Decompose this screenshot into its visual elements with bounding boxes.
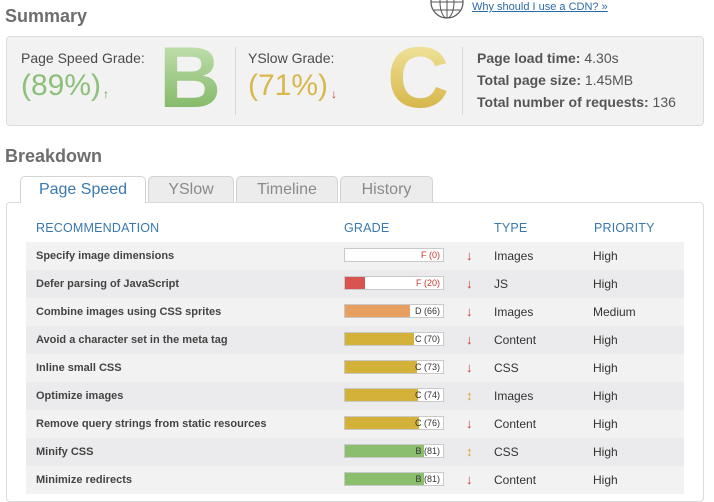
table-row[interactable]: Avoid a character set in the meta tag C (…	[26, 326, 684, 354]
type-value: Content	[494, 417, 537, 431]
grade-bar-fill	[345, 305, 410, 317]
metric-total-page-size: Total page size: 1.45MB	[477, 72, 634, 88]
grade-bar-fill	[345, 389, 418, 401]
trend-down-icon: ↓	[466, 248, 473, 263]
trend-down-icon: ↓	[466, 360, 473, 375]
grade-value: B (81)	[415, 446, 440, 456]
recommendation-label[interactable]: Combine images using CSS sprites	[36, 306, 221, 318]
grade-value: F (0)	[421, 250, 440, 260]
grade-bar: C (74)	[344, 388, 444, 402]
tab-history[interactable]: History	[340, 176, 433, 202]
type-value: CSS	[494, 361, 519, 375]
grade-bar: D (66)	[344, 304, 444, 318]
table-row[interactable]: Remove query strings from static resourc…	[26, 410, 684, 438]
recommendation-label[interactable]: Inline small CSS	[36, 362, 122, 374]
table-row[interactable]: Minify CSS B (81) ↕ CSS High	[26, 438, 684, 466]
column-header-type: TYPE	[494, 221, 528, 235]
column-header-priority: PRIORITY	[594, 221, 655, 235]
pagespeed-percent: (89%)	[21, 69, 102, 102]
grade-bar-fill	[345, 277, 365, 289]
type-value: Images	[494, 249, 534, 263]
grade-value: D (66)	[414, 306, 440, 316]
grade-bar-fill	[345, 333, 414, 345]
recommendation-label[interactable]: Specify image dimensions	[36, 250, 174, 262]
type-value: Images	[494, 389, 534, 403]
trend-down-icon: ↓	[466, 472, 473, 487]
summary-divider	[235, 47, 236, 115]
grade-bar-fill	[345, 445, 425, 457]
priority-value: High	[593, 389, 618, 403]
column-header-recommendation: RECOMMENDATION	[36, 221, 160, 235]
recommendation-label[interactable]: Optimize images	[36, 390, 123, 402]
pagespeed-grade-letter: B	[159, 30, 222, 126]
table-row[interactable]: Specify image dimensions F (0) ↓ Images High	[26, 242, 684, 270]
priority-value: High	[593, 249, 618, 263]
grade-bar: B (81)	[344, 444, 444, 458]
trend-updown-icon: ↕	[466, 388, 473, 403]
yslow-grade-label: YSlow Grade:	[248, 50, 335, 66]
column-header-grade: GRADE	[344, 221, 390, 235]
pagespeed-grade-label: Page Speed Grade:	[21, 50, 145, 66]
grade-value: C (70)	[414, 334, 440, 344]
globe-icon	[430, 0, 464, 19]
priority-value: High	[593, 473, 618, 487]
priority-value: Medium	[593, 305, 636, 319]
trend-down-icon: ↓	[466, 332, 473, 347]
table-row[interactable]: Optimize images C (74) ↕ Images High	[26, 382, 684, 410]
trend-down-icon: ↓	[466, 304, 473, 319]
grade-value: C (76)	[414, 418, 440, 428]
summary-title: Summary	[5, 6, 88, 26]
grade-bar: C (70)	[344, 332, 444, 346]
priority-value: High	[593, 361, 618, 375]
pagespeed-trend-up-icon: ↑	[103, 87, 109, 101]
tab-page-speed[interactable]: Page Speed	[20, 176, 146, 203]
summary-divider	[462, 47, 463, 115]
trend-down-icon: ↓	[466, 276, 473, 291]
trend-updown-icon: ↕	[466, 444, 473, 459]
type-value: JS	[494, 277, 509, 291]
type-value: Content	[494, 333, 537, 347]
recommendation-label[interactable]: Avoid a character set in the meta tag	[36, 334, 228, 346]
metric-page-load-time: Page load time: 4.30s	[477, 50, 619, 66]
priority-value: High	[593, 333, 618, 347]
table-row[interactable]: Defer parsing of JavaScript F (20) ↓ JS High	[26, 270, 684, 298]
type-value: Content	[494, 473, 537, 487]
yslow-trend-down-icon: ↓	[331, 87, 337, 101]
grade-bar-fill	[345, 473, 425, 485]
table-row[interactable]: Inline small CSS C (73) ↓ CSS High	[26, 354, 684, 382]
type-value: CSS	[494, 445, 519, 459]
trend-down-icon: ↓	[466, 416, 473, 431]
grade-bar: B (81)	[344, 472, 444, 486]
summary-panel: Page Speed Grade: (89%) ↑ B YSlow Grade:…	[6, 30, 704, 126]
recommendation-label[interactable]: Minify CSS	[36, 446, 93, 458]
recommendation-label[interactable]: Remove query strings from static resourc…	[36, 418, 266, 430]
grade-value: B (81)	[415, 474, 440, 484]
cdn-info-link[interactable]: Why should I use a CDN? »	[472, 1, 608, 13]
recommendation-label[interactable]: Minimize redirects	[36, 474, 132, 486]
grade-bar: C (73)	[344, 360, 444, 374]
priority-value: High	[593, 417, 618, 431]
recommendation-label[interactable]: Defer parsing of JavaScript	[36, 278, 179, 290]
grade-value: C (74)	[414, 390, 440, 400]
table-row[interactable]: Combine images using CSS sprites D (66) ↓ I…	[26, 298, 684, 326]
grade-value: C (73)	[414, 362, 440, 372]
type-value: Images	[494, 305, 534, 319]
tab-timeline[interactable]: Timeline	[236, 176, 338, 202]
table-row[interactable]: Minimize redirects B (81) ↓ Content High	[26, 466, 684, 494]
tab-yslow[interactable]: YSlow	[148, 176, 234, 202]
metric-total-requests: Total number of requests: 136	[477, 94, 676, 110]
priority-value: High	[593, 445, 618, 459]
breakdown-title: Breakdown	[5, 146, 103, 166]
grade-bar: C (76)	[344, 416, 444, 430]
grade-value: F (20)	[415, 278, 440, 288]
grade-bar-fill	[345, 417, 420, 429]
yslow-percent: (71%)	[248, 69, 329, 102]
yslow-grade-letter: C	[387, 30, 450, 126]
grade-bar: F (0)	[344, 248, 444, 262]
priority-value: High	[593, 277, 618, 291]
grade-bar-fill	[345, 361, 417, 373]
grade-bar: F (20)	[344, 276, 444, 290]
